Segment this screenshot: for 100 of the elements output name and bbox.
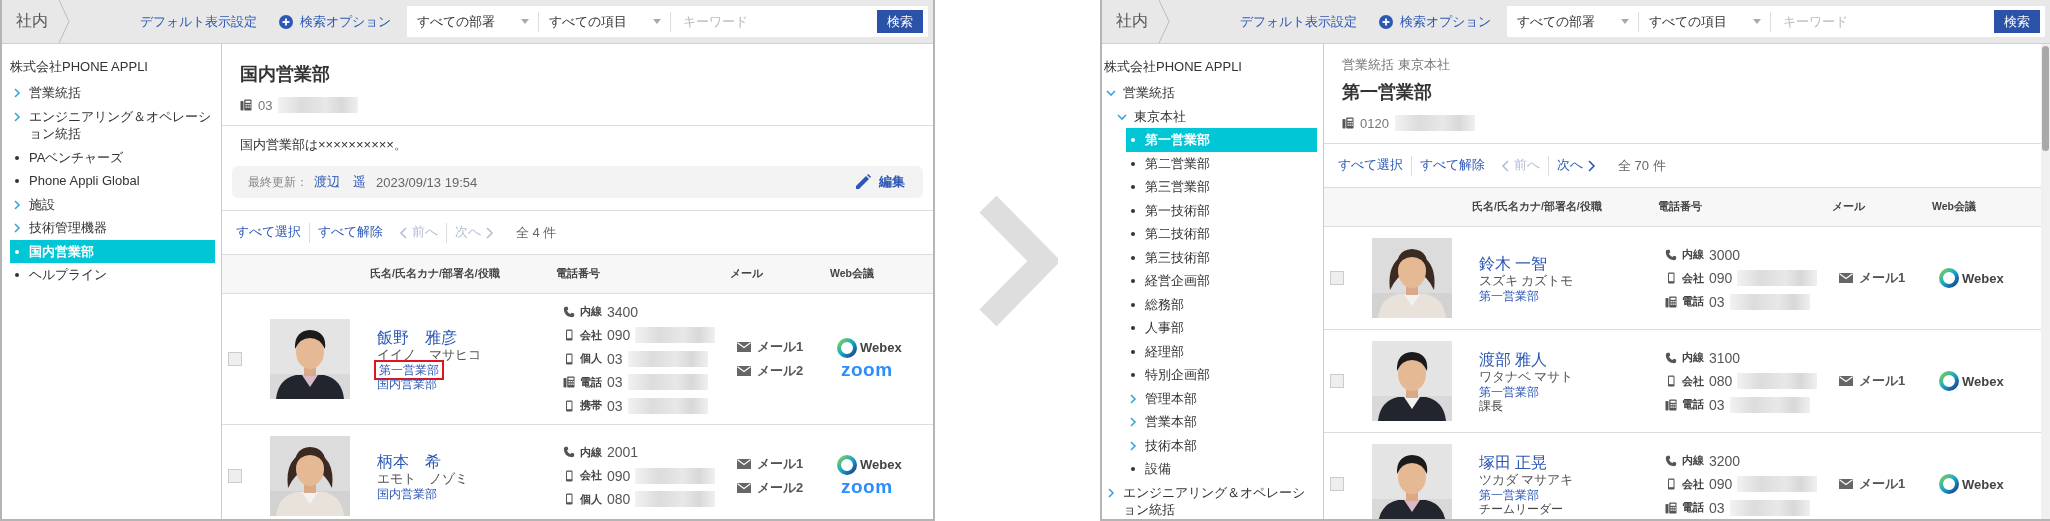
company-name[interactable]: 株式会社PHONE APPLI [10,58,215,76]
webex-link[interactable]: Webex [1939,474,2004,494]
tree-item[interactable]: 第二技術部 [1126,222,1317,246]
mail-link[interactable]: メール1 [1839,372,1939,390]
phone-number: 090 [1709,270,1733,286]
department-select[interactable]: すべての部署 [1507,6,1639,37]
checkbox[interactable] [1330,374,1344,388]
person-name-link[interactable]: 鈴木 一智 [1479,253,1548,274]
tree-item[interactable]: 技術管理機器 [10,216,215,240]
search-button[interactable]: 検索 [873,6,928,37]
person-name-link[interactable]: 飯野 雅彦 [377,326,457,348]
checkbox[interactable] [1330,271,1344,285]
breadcrumb[interactable]: 社内 [2,11,58,32]
result-count: 全 4 件 [516,223,557,242]
bullet-icon [15,179,19,183]
clear-all-link[interactable]: すべて解除 [1412,157,1493,174]
phone-icon [563,446,575,458]
department-title: 第一営業部 [1342,81,1433,104]
default-view-link[interactable]: デフォルト表示設定 [1240,12,1357,31]
tree-item[interactable]: 営業統括 [1104,81,1317,105]
bullet-icon [1131,326,1135,330]
field-select[interactable]: すべての項目 [539,6,671,37]
phone-icon [1665,351,1677,364]
phone-label: 電話 [1682,397,1704,412]
breadcrumb[interactable]: 社内 [1102,11,1158,32]
tree-item[interactable]: Phone Appli Global [10,169,215,193]
tree-item[interactable]: 東京本社 [1115,104,1317,128]
webex-link[interactable]: Webex [837,454,902,475]
default-view-link[interactable]: デフォルト表示設定 [140,12,257,31]
update-time: 2023/09/13 19:54 [376,174,478,190]
phone-icon [563,305,575,318]
tree-item[interactable]: 人事部 [1126,316,1317,340]
search-options-button[interactable]: 検索オプション [279,12,391,31]
select-all-link[interactable]: すべて選択 [228,224,309,241]
mail-link[interactable]: メール1 [737,454,837,473]
clear-all-link[interactable]: すべて解除 [310,224,391,241]
person-name-link[interactable]: 塚田 正晃 [1479,452,1548,473]
checkbox[interactable] [1330,477,1344,491]
scrollbar[interactable] [2041,44,2050,519]
tree-item[interactable]: 総務部 [1126,292,1317,316]
chevron-icon [12,111,22,122]
person-name-link[interactable]: 柄本 希 [377,450,441,472]
mail-link[interactable]: メール1 [1839,269,1939,287]
tree-item[interactable]: 施設 [10,192,215,216]
department-link[interactable]: 国内営業部 [377,486,437,501]
edit-button[interactable]: 編集 [849,172,911,192]
phone-number: 3100 [1709,349,1741,366]
tree-item[interactable]: 管理本部 [1126,386,1317,410]
mobile-phone-icon [1665,272,1677,284]
phone-label: 電話 [1682,294,1704,309]
webex-link[interactable]: Webex [1939,371,2004,391]
select-all-link[interactable]: すべて選択 [1330,157,1411,174]
person-name-link[interactable]: 渡部 雅人 [1479,349,1548,370]
department-description: 国内営業部は××××××××××。 [239,136,408,154]
tree-item[interactable]: 技術本部 [1126,433,1317,457]
company-name[interactable]: 株式会社PHONE APPLI [1104,58,1317,76]
tree-item[interactable]: 設備 [1126,457,1317,481]
phone-label: 内線 [580,304,602,320]
checkbox[interactable] [228,351,242,366]
bullet-icon [1131,349,1135,354]
phone-number: 03 [1709,293,1725,310]
tree-item[interactable]: 営業本部 [1126,410,1317,434]
department-link[interactable]: 第一営業部 [1479,488,1539,502]
tree-item[interactable]: 経理部 [1126,339,1317,363]
tree-item[interactable]: 特別企画部 [1126,363,1317,387]
tree-item[interactable]: ヘルプライン [10,263,215,287]
tree-item[interactable]: エンジニアリング＆オペレーション統括 [1104,480,1317,519]
mobile-phone-icon [1665,375,1677,387]
department-link[interactable]: 第一営業部 [1479,289,1539,303]
fax-icon [1665,295,1677,308]
field-select[interactable]: すべての項目 [1639,6,1771,37]
mail-link[interactable]: メール1 [737,337,837,356]
department-link[interactable]: 第一営業部 [1479,385,1539,399]
user-link[interactable]: 渡辺 遥 [314,173,366,191]
column-header: 氏名/氏名カナ/部署名/役職 [370,267,500,281]
scrollbar-thumb[interactable] [2042,46,2049,151]
checkbox[interactable] [228,468,242,483]
tree-item[interactable]: PAベンチャーズ [10,145,215,169]
search-button[interactable]: 検索 [1990,6,2045,37]
next-page-link[interactable]: 次へ [1549,157,1604,174]
webex-link[interactable]: Webex [1939,268,2004,288]
tree-item[interactable]: 第三営業部 [1126,175,1317,199]
department-select[interactable]: すべての部署 [407,6,539,37]
chevron-icon [1117,111,1127,122]
tree-item[interactable]: 第一技術部 [1126,198,1317,222]
tree-item[interactable]: エンジニアリング＆オペレーション統括 [10,104,215,146]
tree-item[interactable]: 営業統括 [10,81,215,105]
tree-item[interactable]: 第三技術部 [1126,245,1317,269]
phone-number: 090 [1709,476,1733,492]
mail-link[interactable]: メール2 [737,361,837,380]
department-link[interactable]: 国内営業部 [377,376,437,391]
tree-item[interactable]: 経営企画部 [1126,269,1317,293]
phone-label: 電話 [1682,500,1704,515]
department-link[interactable]: 第一営業部 [377,362,441,377]
webex-link[interactable]: Webex [837,337,902,358]
tree-item[interactable]: 第二営業部 [1126,151,1317,175]
mail-link[interactable]: メール2 [737,478,837,497]
mail-link[interactable]: メール1 [1839,475,1939,493]
search-options-button[interactable]: 検索オプション [1379,12,1491,31]
fax-icon [1665,501,1677,514]
